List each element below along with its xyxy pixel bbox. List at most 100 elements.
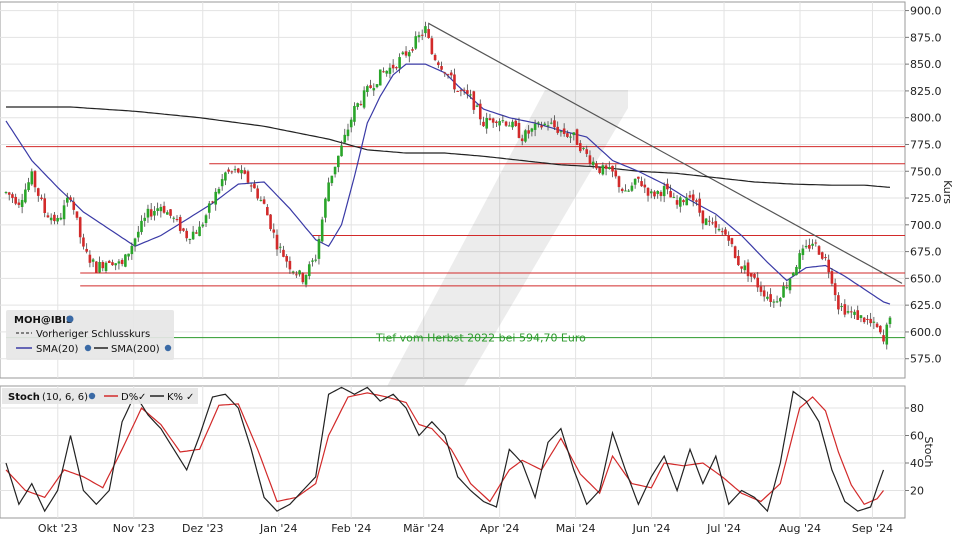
- candle-body: [685, 197, 689, 206]
- candle-body: [43, 198, 47, 214]
- candle-body: [117, 261, 121, 264]
- sma20-settings-icon[interactable]: [84, 344, 92, 352]
- candle-body: [395, 67, 398, 69]
- candle-body: [585, 149, 589, 154]
- time-axis-label: Dez '23: [182, 522, 224, 535]
- candle-body: [85, 248, 88, 252]
- candle-body: [501, 120, 505, 122]
- legend-k-check[interactable]: ✓: [186, 392, 194, 403]
- candle-body: [437, 62, 440, 66]
- stoch-settings-icon[interactable]: [88, 392, 96, 400]
- candle-body: [688, 195, 692, 198]
- candle-body: [759, 286, 763, 292]
- symbol-info-icon[interactable]: [66, 315, 74, 323]
- candle-body: [407, 52, 411, 57]
- candle-body: [175, 219, 179, 221]
- candle-body: [756, 277, 760, 288]
- candle-body: [824, 257, 827, 259]
- candle-body: [301, 273, 305, 283]
- legend-d-check[interactable]: ✓: [138, 392, 146, 403]
- candle-body: [814, 242, 818, 244]
- candle-body: [56, 217, 59, 222]
- candle-body: [762, 290, 766, 297]
- candle-body: [507, 125, 511, 127]
- candle-body: [130, 245, 134, 255]
- candle-body: [633, 178, 637, 185]
- candle-body: [727, 235, 730, 241]
- candle-body: [659, 191, 663, 196]
- candle-body: [295, 274, 298, 276]
- sma200-settings-icon[interactable]: [164, 344, 172, 352]
- candle-body: [859, 315, 863, 319]
- candle-body: [391, 64, 395, 69]
- candle-body: [288, 260, 292, 270]
- candle-body: [120, 259, 124, 265]
- candle-body: [788, 278, 792, 291]
- candle-body: [533, 123, 537, 130]
- candle-body: [840, 306, 843, 308]
- candle-body: [749, 273, 753, 277]
- time-axis-label: Jun '24: [632, 522, 671, 535]
- candle-body: [808, 244, 811, 249]
- candle-body: [430, 38, 434, 55]
- candle-body: [485, 118, 489, 129]
- candle-body: [753, 274, 756, 278]
- candle-body: [191, 231, 195, 240]
- candle-body: [517, 122, 521, 138]
- candle-body: [346, 129, 350, 137]
- candle-body: [527, 130, 530, 134]
- candle-body: [4, 192, 8, 194]
- candle-body: [449, 72, 453, 76]
- candle-body: [456, 90, 459, 92]
- candle-body: [95, 261, 98, 273]
- candle-body: [20, 199, 24, 207]
- candle-body: [604, 165, 608, 169]
- candle-body: [866, 318, 869, 320]
- candle-body: [620, 188, 624, 192]
- candle-body: [646, 187, 650, 196]
- candle-body: [111, 262, 114, 266]
- price-tick-label: 700.0: [910, 219, 942, 232]
- price-legend: MOH@IBIS Vorheriger Schlusskurs SMA(20) …: [6, 310, 174, 360]
- candle-body: [820, 252, 824, 259]
- candle-body: [769, 294, 772, 302]
- candle-body: [136, 231, 140, 238]
- candle-body: [30, 171, 34, 185]
- candle-body: [833, 283, 837, 296]
- candle-body: [611, 165, 614, 172]
- candle-body: [682, 200, 685, 203]
- candle-body: [169, 209, 172, 216]
- candle-body: [662, 186, 666, 197]
- candle-body: [708, 220, 711, 222]
- candle-body: [795, 266, 798, 276]
- candle-body: [491, 118, 495, 123]
- candle-body: [211, 201, 214, 203]
- candle-body: [478, 103, 482, 120]
- candle-body: [462, 89, 466, 91]
- candle-body: [249, 185, 253, 187]
- candle-body: [427, 29, 430, 39]
- candle-body: [849, 311, 853, 313]
- candle-body: [846, 311, 850, 313]
- candle-body: [62, 205, 66, 220]
- candle-body: [591, 161, 595, 166]
- candle-body: [195, 232, 198, 234]
- candle-body: [133, 238, 137, 246]
- candle-body: [608, 167, 611, 169]
- legend-sma20-label: SMA(20): [36, 344, 78, 355]
- price-tick-label: 600.0: [910, 326, 942, 339]
- candle-body: [775, 301, 779, 303]
- candle-body: [695, 200, 698, 202]
- candle-body: [601, 165, 605, 175]
- candle-body: [575, 129, 579, 145]
- candle-body: [701, 210, 705, 224]
- candle-body: [875, 323, 879, 328]
- candle-body: [59, 217, 63, 220]
- candle-body: [856, 310, 860, 320]
- stoch-tick-label: 40: [910, 457, 924, 470]
- stoch-tick-label: 20: [910, 485, 924, 498]
- price-tick-label: 875.0: [910, 31, 942, 44]
- candle-body: [188, 238, 192, 240]
- candle-body: [779, 298, 782, 302]
- candle-body: [256, 188, 259, 199]
